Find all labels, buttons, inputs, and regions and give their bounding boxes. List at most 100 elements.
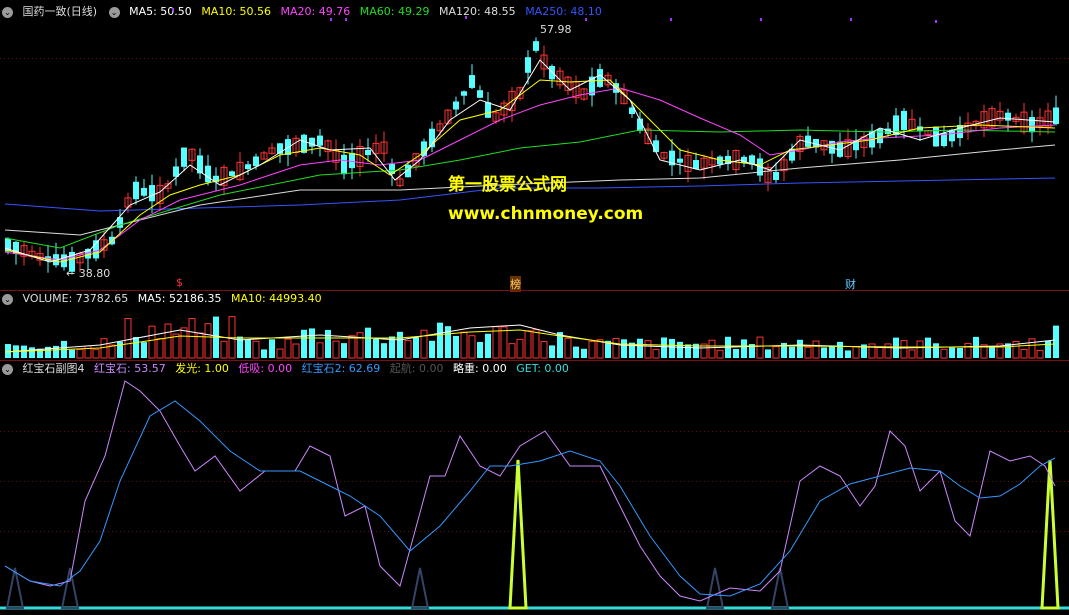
grid-dot [336,431,337,432]
grid-dot [44,481,45,482]
grid-dot [656,58,657,59]
grid-dot [992,531,993,532]
grid-dot [492,58,493,59]
sail-signal [705,567,725,609]
grid-dot [924,431,925,432]
grid-dot [540,481,541,482]
grid-dot [680,481,681,482]
grid-dot [900,481,901,482]
grid-dot [360,58,361,59]
grid-dot [796,58,797,59]
grid-dot [240,481,241,482]
volume-bar-up [900,340,908,359]
grid-dot [52,481,53,482]
grid-dot [560,531,561,532]
volume-bar-up [356,332,364,359]
volume-bar-down [429,340,435,358]
grid-dot [776,58,777,59]
grid-dot [824,58,825,59]
tick-mark [760,18,762,21]
grid-dot [584,531,585,532]
grid-dot [448,481,449,482]
grid-dot [1028,531,1029,532]
grid-dot [268,531,269,532]
grid-dot [388,481,389,482]
grid-dot [860,531,861,532]
grid-dot [468,58,469,59]
price-chart[interactable] [0,0,1069,290]
grid-dot [932,431,933,432]
grid-dot [880,58,881,59]
grid-dot [992,481,993,482]
volume-chart[interactable] [0,300,1069,360]
volume-bar-up [884,343,892,359]
grid-dot [988,481,989,482]
grid-dot [92,58,93,59]
grid-dot [468,481,469,482]
grid-dot [64,481,65,482]
grid-dot [472,481,473,482]
grid-dot [276,531,277,532]
grid-dot [532,531,533,532]
grid-dot [324,58,325,59]
grid-dot [172,481,173,482]
grid-dot [184,431,185,432]
grid-dot [1056,431,1057,432]
candle-down [933,126,939,147]
grid-dot [384,481,385,482]
grid-dot [628,481,629,482]
grid-dot [412,531,413,532]
grid-dot [580,431,581,432]
grid-dot [636,431,637,432]
grid-dot [252,531,253,532]
grid-dot [972,531,973,532]
candle-down [533,41,539,51]
grid-dot [732,481,733,482]
volume-bar-down [413,337,419,358]
grid-dot [60,431,61,432]
grid-dot [352,431,353,432]
grid-dot [444,58,445,59]
grid-dot [688,481,689,482]
grid-dot [832,58,833,59]
grid-dot [480,58,481,59]
grid-dot [324,531,325,532]
volume-bar-down [661,337,667,358]
grid-dot [200,531,201,532]
grid-dot [544,531,545,532]
grid-dot [948,481,949,482]
grid-dot [288,58,289,59]
grid-dot [748,431,749,432]
grid-dot [848,431,849,432]
grid-dot [1064,481,1065,482]
grid-dot [528,531,529,532]
volume-bar-up [332,340,340,359]
volume-bar-down [341,343,347,358]
grid-dot [884,431,885,432]
grid-dot [424,58,425,59]
grid-dot [484,58,485,59]
grid-dot [420,431,421,432]
grid-dot [252,431,253,432]
grid-dot [76,531,77,532]
grid-dot [384,431,385,432]
collapse-icon[interactable]: ⌄ [2,363,13,375]
grid-dot [660,431,661,432]
indicator-chart[interactable] [0,376,1069,615]
volume-bar-up [188,318,196,359]
grid-dot [612,481,613,482]
grid-dot [328,431,329,432]
grid-dot [824,431,825,432]
volume-bar-up [1028,338,1036,359]
grid-dot [624,431,625,432]
event-marker-dividend[interactable]: $ [176,276,183,289]
grid-dot [292,58,293,59]
grid-dot [900,431,901,432]
grid-dot [8,431,9,432]
volume-bar-up [524,330,532,359]
grid-dot [8,481,9,482]
grid-dot [684,58,685,59]
grid-dot [552,481,553,482]
grid-dot [44,531,45,532]
grid-dot [160,531,161,532]
